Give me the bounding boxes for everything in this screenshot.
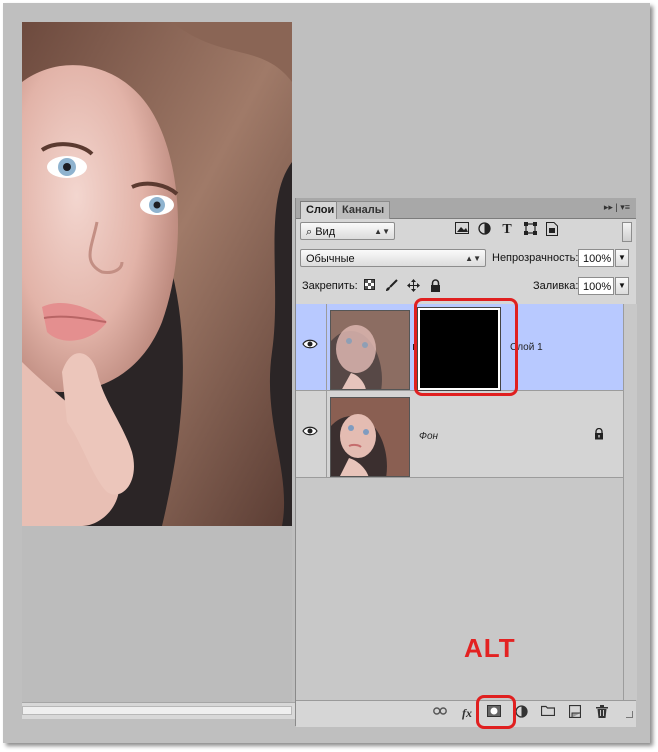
opacity-dropdown-arrow[interactable]: ▼: [615, 249, 629, 267]
tab-layers[interactable]: Слои: [300, 201, 341, 219]
lock-label: Закрепить:: [302, 280, 358, 292]
smart-object-filter-icon[interactable]: [544, 222, 560, 238]
canvas-image[interactable]: [22, 22, 292, 526]
canvas-area: [22, 526, 292, 702]
panel-tab-bar: Слои Каналы ▸▸ | ▾≡: [296, 198, 636, 219]
opacity-label: Непрозрачность:: [492, 252, 579, 264]
lock-position-icon[interactable]: [406, 279, 420, 293]
layers-bottom-bar: fx: [296, 700, 636, 727]
alt-key-label: ALT: [464, 633, 516, 663]
horizontal-scrollbar[interactable]: [22, 702, 297, 719]
mask-highlight-box: [414, 298, 518, 396]
lock-transparent-icon[interactable]: [362, 279, 376, 293]
search-icon: ⌕: [306, 226, 316, 238]
group-folder-icon[interactable]: [540, 705, 556, 721]
resize-grip-icon[interactable]: [626, 711, 633, 718]
panel-menu-icon[interactable]: ▸▸ | ▾≡: [604, 202, 630, 213]
layer-row-background[interactable]: Фон: [296, 391, 623, 478]
blend-row: Обычные ▲▼ Непрозрачность: 100% ▼: [296, 249, 636, 269]
tab-channels[interactable]: Каналы: [336, 201, 391, 219]
lock-row: Закрепить: Заливка: 100% ▼: [296, 277, 636, 297]
opacity-input[interactable]: 100%: [578, 249, 614, 267]
add-mask-highlight-box: [476, 695, 516, 729]
filter-row: ⌕ Вид ▲▼ T: [296, 222, 636, 242]
column-divider: [326, 391, 327, 477]
type-filter-icon[interactable]: T: [499, 222, 515, 238]
lock-icon: [594, 427, 604, 443]
fill-label: Заливка:: [533, 280, 579, 292]
layer-thumbnail[interactable]: [330, 397, 410, 477]
new-layer-icon[interactable]: [567, 704, 583, 721]
lock-all-icon[interactable]: [428, 279, 442, 293]
delete-icon[interactable]: [594, 705, 610, 721]
shape-filter-icon[interactable]: [522, 222, 538, 238]
lock-paint-icon[interactable]: [384, 279, 398, 293]
stepper-arrows-icon: ▲▼: [374, 227, 390, 236]
blend-mode-value: Обычные: [306, 253, 355, 265]
blend-mode-dropdown[interactable]: Обычные ▲▼: [300, 249, 486, 267]
vertical-scrollbar[interactable]: [623, 304, 637, 700]
fx-icon[interactable]: fx: [459, 705, 475, 721]
column-divider: [326, 304, 327, 390]
portrait-photo: [22, 22, 292, 526]
layer-name[interactable]: Фон: [419, 431, 438, 443]
image-filter-icon[interactable]: [454, 222, 470, 238]
adjustment-filter-icon[interactable]: [476, 222, 492, 238]
fill-dropdown-arrow[interactable]: ▼: [615, 277, 629, 295]
filter-kind-dropdown[interactable]: ⌕ Вид ▲▼: [300, 222, 395, 240]
layer-thumbnail[interactable]: [330, 310, 410, 390]
eye-icon[interactable]: [302, 338, 320, 352]
link-icon[interactable]: [432, 705, 448, 721]
filter-kind-value: Вид: [315, 226, 336, 238]
fill-input[interactable]: 100%: [578, 277, 614, 295]
horizontal-scrollbar-thumb[interactable]: [22, 706, 292, 715]
eye-icon[interactable]: [302, 425, 320, 439]
stepper-arrows-icon: ▲▼: [465, 254, 481, 263]
filter-toggle[interactable]: [622, 222, 632, 242]
